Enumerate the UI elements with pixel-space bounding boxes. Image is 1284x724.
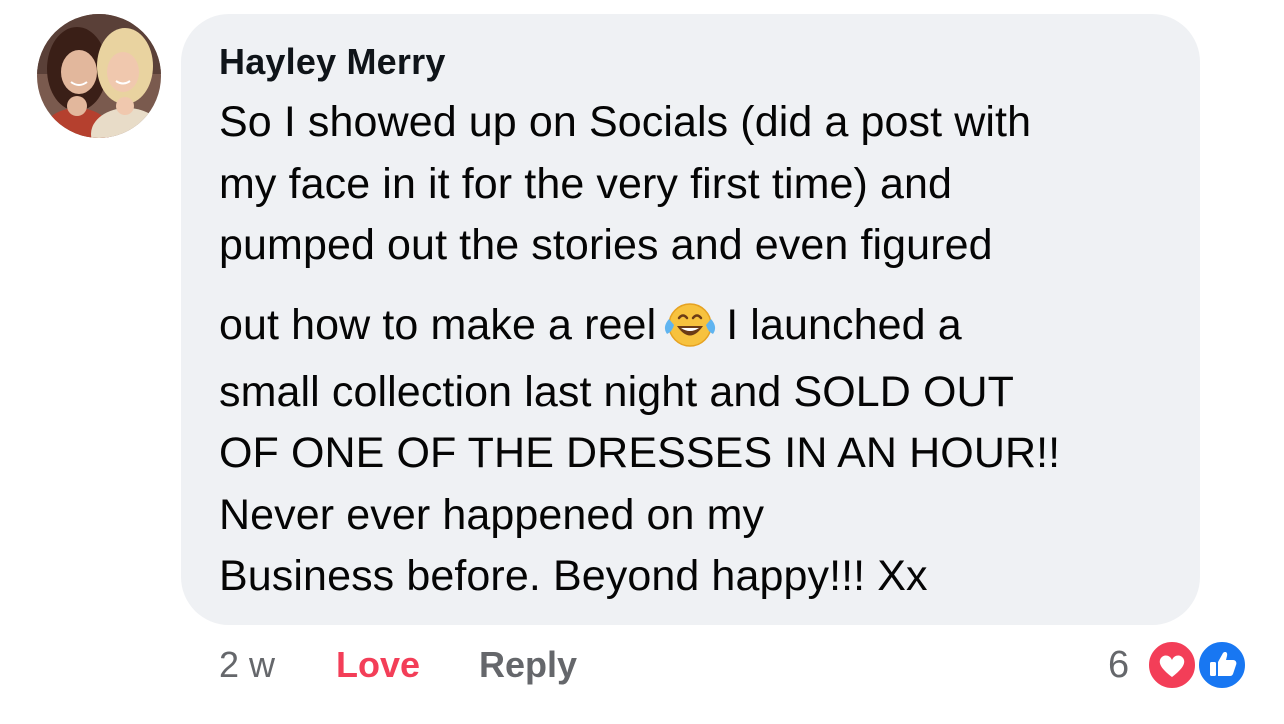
profile-photo xyxy=(37,14,161,138)
comment-line: Never ever happened on my xyxy=(219,491,765,539)
comment-line: out how to make a reel I launched a xyxy=(219,297,962,351)
reaction-summary[interactable]: 6 xyxy=(1100,634,1250,694)
love-reaction-icon xyxy=(1145,638,1199,692)
comment-line: small collection last night and SOLD OUT xyxy=(219,368,1015,416)
comment-line: OF ONE OF THE DRESSES IN AN HOUR!! xyxy=(219,429,1061,477)
comment-line: my face in it for the very first time) a… xyxy=(219,160,953,208)
avatar[interactable] xyxy=(37,14,161,138)
love-button[interactable]: Love xyxy=(336,640,420,690)
comment-line: pumped out the stories and even figured xyxy=(219,221,993,269)
comment-timestamp[interactable]: 2 w xyxy=(219,640,275,690)
reaction-count: 6 xyxy=(1108,644,1130,686)
comment-text-segment: out how to make a reel xyxy=(219,301,657,349)
comment-author[interactable]: Hayley Merry xyxy=(219,40,446,84)
like-reaction-icon xyxy=(1195,638,1249,692)
comment-text-segment: I launched a xyxy=(726,301,962,349)
comment-line: Business before. Beyond happy!!! Xx xyxy=(219,552,928,600)
comment-line: So I showed up on Socials (did a post wi… xyxy=(219,98,1032,146)
laughing-with-tears-emoji-icon xyxy=(660,297,720,349)
reply-button[interactable]: Reply xyxy=(479,640,577,690)
